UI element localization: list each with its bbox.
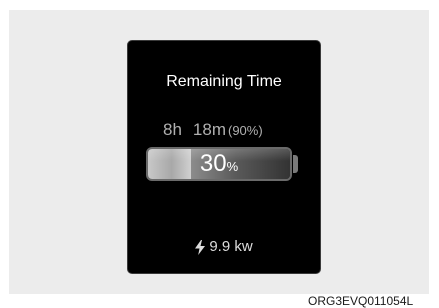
battery-terminal: [293, 155, 298, 173]
target-charge-percent: (90%): [228, 123, 263, 138]
charge-percent-unit: %: [226, 159, 239, 174]
charging-power: 9.9 kw: [128, 238, 320, 255]
charging-power-value: 9.9 kw: [209, 238, 253, 255]
lightning-bolt-icon: [195, 239, 206, 255]
charging-display: Remaining Time 8h 18m (90%) 30% 9.9 kw: [127, 40, 321, 274]
charge-percent-label: 30%: [146, 147, 292, 181]
remaining-hours: 8h: [163, 120, 182, 139]
remaining-time-readout: 8h 18m (90%): [163, 120, 263, 140]
charge-percent-value: 30: [199, 150, 227, 177]
display-title: Remaining Time: [166, 73, 282, 90]
remaining-minutes: 18m: [192, 120, 226, 139]
image-reference-code: ORG3EVQ011054L: [308, 294, 414, 308]
